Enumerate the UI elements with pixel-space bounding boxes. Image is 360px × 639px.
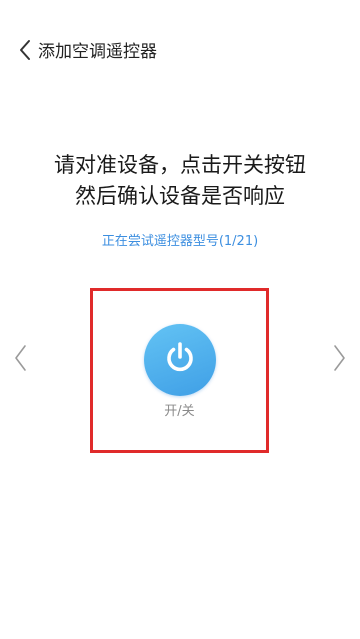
power-button[interactable] — [144, 324, 216, 396]
power-button-label: 开/关 — [164, 404, 195, 419]
back-button[interactable] — [14, 40, 36, 64]
chevron-left-icon — [18, 39, 32, 65]
power-icon — [160, 338, 200, 382]
model-trial-status: 正在尝试遥控器型号(1/21) — [101, 234, 259, 249]
instruction-line-1: 请对准设备，点击开关按钮 — [54, 153, 306, 177]
chevron-right-icon — [333, 344, 347, 376]
previous-model-button[interactable] — [10, 345, 30, 375]
page-title: 添加空调遥控器 — [38, 42, 157, 62]
next-model-button[interactable] — [330, 345, 350, 375]
instruction-text: 请对准设备，点击开关按钮 然后确认设备是否响应 — [0, 150, 360, 212]
chevron-left-icon — [13, 344, 27, 376]
instruction-line-2: 然后确认设备是否响应 — [75, 184, 285, 208]
app-header: 添加空调遥控器 — [0, 30, 360, 74]
